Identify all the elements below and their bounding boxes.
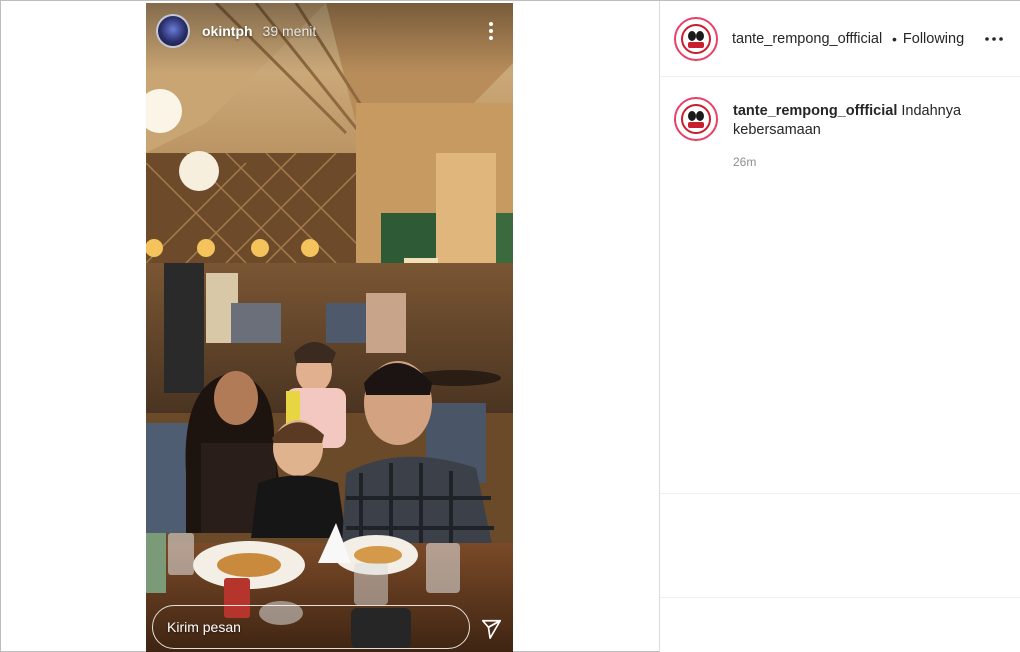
story-photo	[146, 3, 513, 652]
reply-input[interactable]: Kirim pesan	[152, 605, 470, 649]
caption-body: tante_rempong_offficial Indahnya kebersa…	[733, 102, 983, 172]
divider	[660, 597, 1020, 598]
account-avatar[interactable]	[674, 16, 718, 61]
send-icon[interactable]	[477, 615, 505, 643]
post-side-panel: tante_rempong_offficial • Following tant…	[659, 1, 1020, 652]
following-button[interactable]: Following	[903, 31, 964, 47]
header-username[interactable]: tante_rempong_offficial	[732, 31, 890, 47]
more-vertical-icon[interactable]	[479, 19, 503, 43]
story-username[interactable]: okintph	[202, 23, 253, 39]
window-frame: okintph 39 menit Kirim pesan tante_rempo…	[0, 0, 1020, 652]
caption-username[interactable]: tante_rempong_offficial	[733, 103, 897, 119]
divider	[660, 493, 1020, 494]
story-media[interactable]: okintph 39 menit Kirim pesan	[146, 3, 513, 652]
caption-timestamp[interactable]: 26m	[733, 153, 983, 172]
separator-dot: •	[892, 30, 897, 47]
reply-placeholder: Kirim pesan	[167, 619, 241, 635]
story-avatar[interactable]	[156, 14, 190, 48]
post-header: tante_rempong_offficial • Following	[660, 1, 1020, 77]
caption-avatar[interactable]	[674, 97, 718, 141]
more-horizontal-icon[interactable]	[981, 26, 1007, 52]
story-header: okintph 39 menit	[146, 3, 513, 59]
story-timestamp: 39 menit	[262, 23, 317, 39]
brand-logo-icon	[680, 22, 712, 55]
brand-logo-icon	[680, 103, 712, 135]
caption: tante_rempong_offficial Indahnya kebersa…	[660, 77, 1020, 172]
